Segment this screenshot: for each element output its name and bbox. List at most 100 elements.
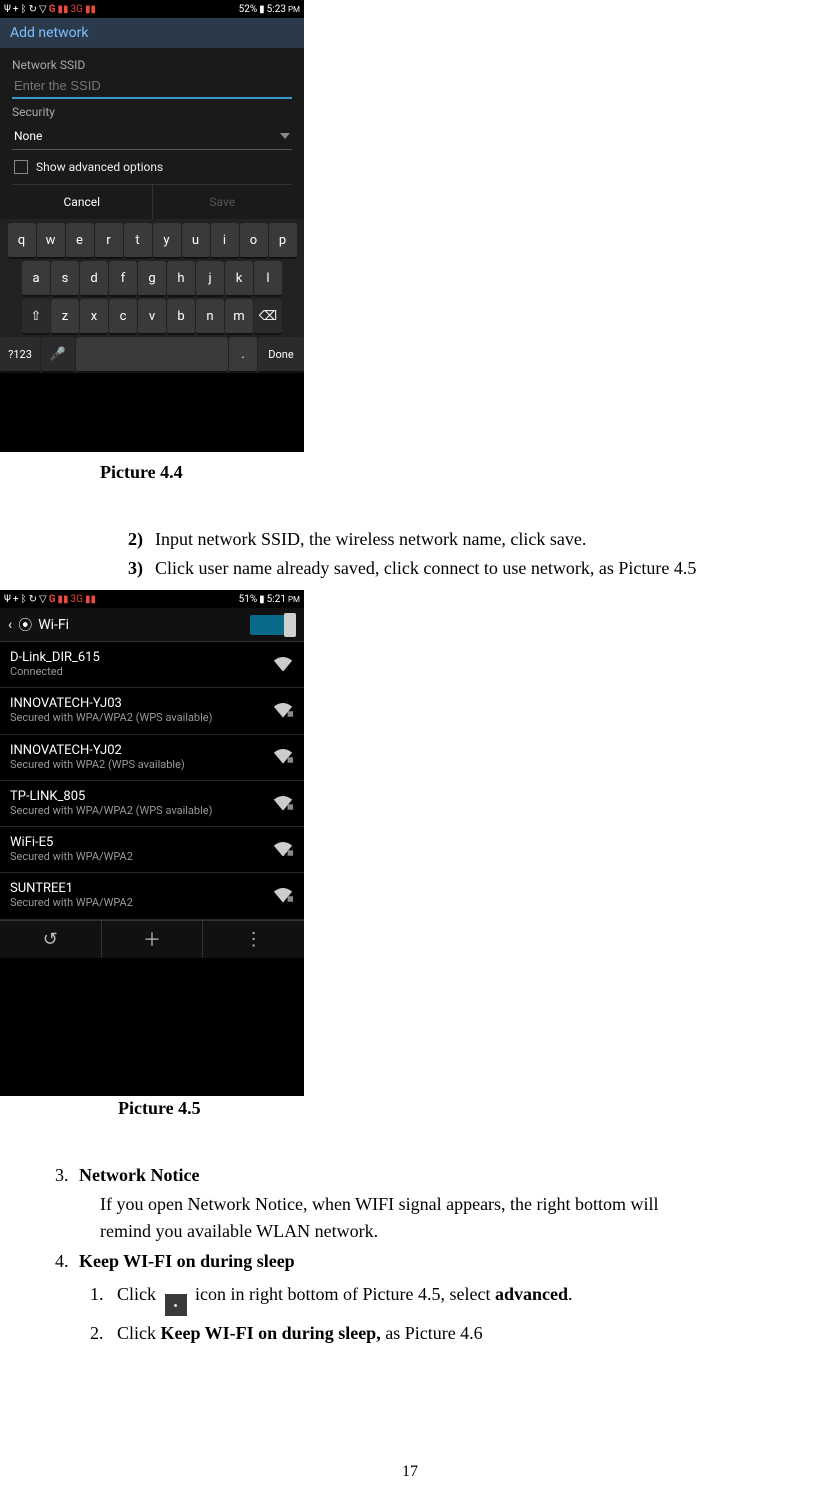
wifi-name: D-Link_DIR_615	[10, 650, 100, 665]
key-shift[interactable]: ⇧	[22, 299, 50, 335]
battery-pct: 51%	[239, 594, 258, 605]
wifi-network-item[interactable]: D-Link_DIR_615Connected	[0, 642, 304, 688]
key-v[interactable]: v	[138, 299, 166, 335]
key-t[interactable]: t	[124, 223, 152, 259]
menu-button[interactable]: ⋮	[202, 921, 304, 958]
key-done[interactable]: Done	[258, 337, 304, 373]
ssid-input[interactable]	[12, 74, 292, 99]
clock-time: 5:23	[267, 4, 286, 15]
key-d[interactable]: d	[80, 261, 108, 297]
key-r[interactable]: r	[95, 223, 123, 259]
section-4-item-2: 2. Click Keep WI-FI on during sleep, as …	[90, 1316, 820, 1350]
key-p[interactable]: p	[269, 223, 297, 259]
step-2-text: Input network SSID, the wireless network…	[155, 529, 586, 549]
key-l[interactable]: l	[254, 261, 282, 297]
item2-num: 2.	[90, 1323, 104, 1343]
sync-icon: ↻	[29, 4, 37, 15]
signal-icon: ▽	[39, 594, 47, 605]
key-a[interactable]: a	[22, 261, 50, 297]
key-g[interactable]: g	[138, 261, 166, 297]
plus-icon: +	[13, 594, 19, 605]
wifi-list: D-Link_DIR_615Connected INNOVATECH-YJ03S…	[0, 642, 304, 920]
bars-icon: ▮▮	[58, 594, 69, 605]
key-s[interactable]: s	[51, 261, 79, 297]
key-space[interactable]	[76, 337, 228, 373]
wifi-sub: Secured with WPA/WPA2 (WPS available)	[10, 711, 212, 725]
wifi-sub: Secured with WPA/WPA2 (WPS available)	[10, 804, 212, 818]
key-w[interactable]: w	[37, 223, 65, 259]
dialog-title: Add network	[0, 18, 304, 48]
section-3-body-l2: remind you available WLAN network.	[100, 1218, 820, 1246]
wifi-network-item[interactable]: INNOVATECH-YJ02Secured with WPA2 (WPS av…	[0, 735, 304, 781]
wifi-network-item[interactable]: WiFi-E5Secured with WPA/WPA2	[0, 827, 304, 873]
key-q[interactable]: q	[8, 223, 36, 259]
key-e[interactable]: e	[66, 223, 94, 259]
section-4-title: Keep WI-FI on during sleep	[79, 1251, 295, 1271]
screenshot-picture-4-4: Ψ + ᛒ ↻ ▽ G ▮▮ 3G ▮▮ 52% ▮ 5:23 PM Add n…	[0, 0, 304, 452]
key-y[interactable]: y	[153, 223, 181, 259]
key-k[interactable]: k	[225, 261, 253, 297]
item2-end: as Picture 4.6	[381, 1323, 483, 1343]
sync-icon: ↻	[29, 594, 37, 605]
wifi-network-item[interactable]: INNOVATECH-YJ03Secured with WPA/WPA2 (WP…	[0, 688, 304, 734]
wifi-network-item[interactable]: TP-LINK_805Secured with WPA/WPA2 (WPS av…	[0, 781, 304, 827]
section-4-num: 4.	[55, 1251, 69, 1271]
show-advanced-row[interactable]: Show advanced options	[12, 150, 292, 184]
cancel-button[interactable]: Cancel	[12, 185, 153, 219]
section-3-num: 3.	[55, 1165, 69, 1185]
key-mic[interactable]: 🎤	[41, 337, 75, 373]
wifi-toggle[interactable]: I	[250, 615, 296, 635]
checkbox-icon[interactable]	[14, 160, 28, 174]
key-i[interactable]: i	[211, 223, 239, 259]
plus-icon: +	[13, 4, 19, 15]
bluetooth-icon: ᛒ	[21, 594, 27, 605]
battery-pct: 52%	[239, 4, 258, 15]
wifi-sub: Secured with WPA/WPA2	[10, 850, 133, 864]
step-3: 3)Click user name already saved, click c…	[128, 555, 820, 582]
key-j[interactable]: j	[196, 261, 224, 297]
battery-icon: ▮	[259, 594, 265, 605]
key-b[interactable]: b	[167, 299, 195, 335]
item1-end: .	[568, 1284, 573, 1304]
psi-icon: Ψ	[4, 594, 11, 605]
key-symbols[interactable]: ?123	[0, 337, 40, 373]
step-2-num: 2)	[128, 529, 143, 549]
battery-icon: ▮	[259, 4, 265, 15]
key-dot[interactable]: .	[229, 337, 257, 373]
show-advanced-label: Show advanced options	[36, 160, 163, 174]
wifi-name: SUNTREE1	[10, 881, 133, 896]
security-label: Security	[12, 105, 292, 119]
key-f[interactable]: f	[109, 261, 137, 297]
step-3-text: Click user name already saved, click con…	[155, 558, 696, 578]
key-backspace[interactable]: ⌫	[254, 299, 282, 335]
step-2: 2) Input network SSID, the wireless netwo…	[128, 526, 820, 553]
key-h[interactable]: h	[167, 261, 195, 297]
wifi-signal-lock-icon	[272, 749, 294, 765]
page-number: 17	[0, 1463, 820, 1481]
key-m[interactable]: m	[225, 299, 253, 335]
status-bar: Ψ + ᛒ ↻ ▽ G ▮▮ 3G ▮▮ 52% ▮ 5:23 PM	[0, 0, 304, 18]
network-3g: 3G	[71, 4, 83, 15]
key-n[interactable]: n	[196, 299, 224, 335]
back-icon[interactable]: ‹	[8, 617, 12, 633]
wifi-sub: Secured with WPA2 (WPS available)	[10, 758, 185, 772]
wifi-name: INNOVATECH-YJ03	[10, 696, 212, 711]
add-network-button[interactable]: ＋	[101, 921, 203, 958]
wifi-header: ‹ ⦿ Wi-Fi I	[0, 608, 304, 642]
wifi-name: INNOVATECH-YJ02	[10, 743, 185, 758]
wifi-network-item[interactable]: SUNTREE1Secured with WPA/WPA2	[0, 873, 304, 919]
bluetooth-icon: ᛒ	[21, 4, 27, 15]
wps-button[interactable]: ↺	[0, 921, 101, 958]
section-4-heading: 4. Keep WI-FI on during sleep	[55, 1246, 820, 1277]
section-3-title: Network Notice	[79, 1165, 199, 1185]
key-c[interactable]: c	[109, 299, 137, 335]
key-u[interactable]: u	[182, 223, 210, 259]
security-dropdown[interactable]: None	[12, 123, 292, 150]
key-o[interactable]: o	[240, 223, 268, 259]
bars-icon: ▮▮	[58, 4, 69, 15]
caption-4-4: Picture 4.4	[100, 462, 820, 483]
key-x[interactable]: x	[80, 299, 108, 335]
save-button[interactable]: Save	[153, 185, 293, 219]
key-z[interactable]: z	[51, 299, 79, 335]
wifi-name: TP-LINK_805	[10, 789, 212, 804]
